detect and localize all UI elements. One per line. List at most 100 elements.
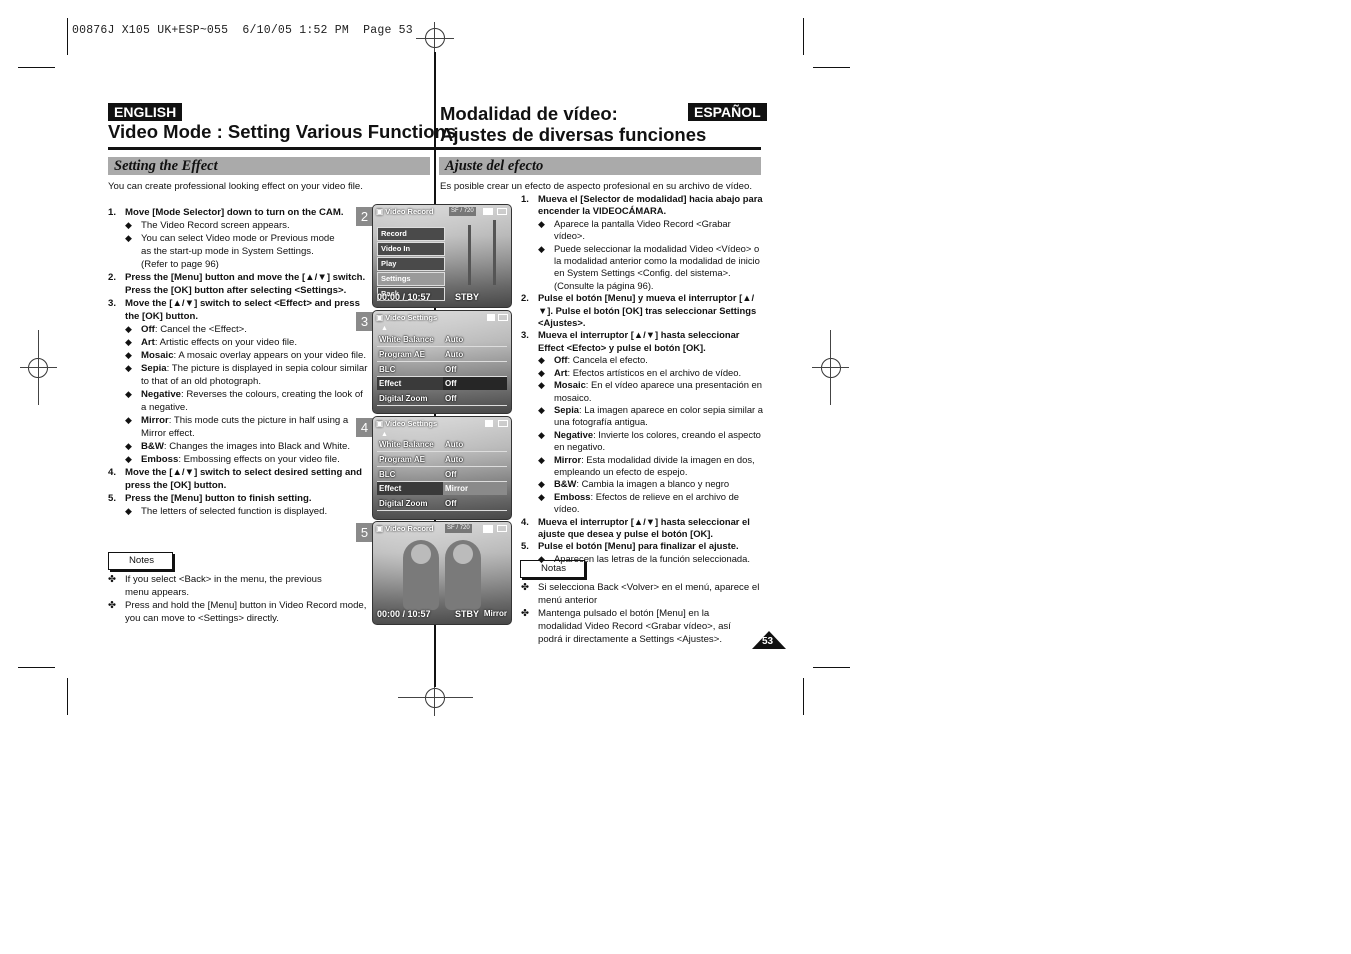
bullet-item: ◆ Emboss: Embossing effects on your video… <box>125 454 340 465</box>
note-bullet-icon: ✤ <box>108 600 117 611</box>
diamond-bullet-icon: ◆ <box>125 454 132 464</box>
settings-row-digital-zoom[interactable]: Digital Zoom Off <box>377 497 507 511</box>
english-title: Video Mode : Setting Various Functions <box>108 121 457 142</box>
settings-row-program-ae[interactable]: Program AE Auto <box>377 453 507 467</box>
diamond-bullet-icon: ◆ <box>538 404 545 415</box>
crop-mark <box>18 667 55 668</box>
menu-item-settings[interactable]: Settings <box>377 272 445 286</box>
crop-mark <box>67 18 68 55</box>
bullet-item: ◆ The letters of selected function is dis… <box>125 506 328 517</box>
bullet-item: ◆ Mirror: This mode cuts the picture in h… <box>125 415 349 439</box>
diamond-bullet-icon: ◆ <box>538 429 545 440</box>
settings-row-white-balance[interactable]: White Balance Auto <box>377 333 507 347</box>
battery-icon <box>497 208 507 215</box>
quality-badge: SF / 720 <box>449 207 476 216</box>
diamond-bullet-icon: ◆ <box>125 233 132 243</box>
status-bar: 00:00 / 10:57 STBY <box>377 292 507 304</box>
time-counter: 00:00 / 10:57 <box>377 609 431 619</box>
settings-row-program-ae[interactable]: Program AE Auto <box>377 348 507 362</box>
bullet-item: ◆ B&W: Cambia la imagen a blanco y negro <box>538 478 730 490</box>
crop-mark <box>18 67 55 68</box>
crop-mark <box>813 67 850 68</box>
english-section-bar: Setting the Effect <box>108 157 430 175</box>
english-section-title: Setting the Effect <box>114 158 218 174</box>
status-bar: 00:00 / 10:57 STBY Mirror <box>377 609 507 621</box>
note-item: ✤ Press and hold the [Menu] button in Vid… <box>108 600 367 624</box>
scroll-up-icon[interactable]: ▲ <box>381 325 388 332</box>
bullet-item: ◆ You can select Video mode or Previous m… <box>125 233 335 270</box>
english-steps: 1. Move [Mode Selector] down to turn on … <box>108 206 370 518</box>
bullet-item: ◆ Mosaic: En el vídeo aparece una present… <box>538 379 762 403</box>
bullet-item: ◆ B&W: Changes the images into Black and … <box>125 441 351 452</box>
crop-mark <box>803 678 804 715</box>
menu-item-play[interactable]: Play <box>377 257 445 271</box>
spanish-steps: 1. Mueva el [Selector de modalidad] haci… <box>521 193 764 565</box>
note-bullet-icon: ✤ <box>108 574 117 585</box>
bullet-item: ◆ The Video Record screen appears. <box>125 220 290 231</box>
spanish-notes-label-box: Notas <box>520 558 586 578</box>
diamond-bullet-icon: ◆ <box>538 380 545 391</box>
main-menu: Record Video In Play Settings Back <box>377 227 445 302</box>
camera-icon: ▣ <box>376 524 384 533</box>
settings-row-blc[interactable]: BLC Off <box>377 468 507 482</box>
english-notes-label-box: Notes <box>108 550 174 570</box>
bullet-item: ◆ Mosaic: A mosaic overlay appears on you… <box>125 350 367 361</box>
screen-number: 4 <box>356 418 373 437</box>
diamond-bullet-icon: ◆ <box>125 441 132 451</box>
screen-number: 5 <box>356 523 373 542</box>
standby-status: STBY <box>455 609 480 619</box>
bullet-item: ◆ Puede seleccionar la modalidad Video <V… <box>538 242 760 291</box>
bullet-item: ◆ Sepia: La imagen aparece en color sepia… <box>538 403 763 428</box>
settings-row-white-balance[interactable]: White Balance Auto <box>377 438 507 452</box>
bullet-item: ◆ Art: Efectos artísticos en el archivo d… <box>538 366 742 378</box>
step: 1. Mueva el [Selector de modalidad] haci… <box>521 193 763 217</box>
settings-row-digital-zoom[interactable]: Digital Zoom Off <box>377 392 507 406</box>
battery-icon <box>497 525 507 532</box>
bullet-item: ◆ Sepia: The picture is displayed in sepi… <box>125 363 368 387</box>
title-rule <box>436 147 761 150</box>
diamond-bullet-icon: ◆ <box>538 491 545 502</box>
english-intro: You can create professional looking effe… <box>108 181 363 192</box>
note-item: ✤ Mantenga pulsado el botón [Menu] en la … <box>521 608 731 645</box>
settings-row-blc[interactable]: BLC Off <box>377 363 507 377</box>
menu-item-record[interactable]: Record <box>377 227 445 241</box>
diamond-bullet-icon: ◆ <box>538 367 545 378</box>
english-label: ENGLISH <box>108 103 183 121</box>
time-counter: 00:00 / 10:57 <box>377 292 431 302</box>
bullet-item: ◆ Negative: Reverses the colours, creatin… <box>125 389 363 413</box>
camcorder-screen-menu: ▣ Video Record SF / 720 Record Video In … <box>372 204 512 308</box>
tape-icon <box>483 208 493 215</box>
effect-indicator: Mirror <box>483 609 507 618</box>
screen-number: 2 <box>356 207 373 226</box>
step: 4. Move the [▲/▼] switch to select desir… <box>108 467 363 491</box>
spanish-label: ESPAÑOL <box>688 103 767 121</box>
bullet-item: ◆ Art: Artistic effects on your video fil… <box>125 337 298 348</box>
spanish-section-bar: Ajuste del efecto <box>439 157 761 175</box>
diamond-bullet-icon: ◆ <box>538 454 545 465</box>
spanish-notes: ✤ Si selecciona Back <Volver> en el menú,… <box>521 581 764 646</box>
spanish-title-line1: Modalidad de vídeo: <box>440 103 618 124</box>
page-number: 53 <box>762 636 774 647</box>
menu-item-video-in[interactable]: Video In <box>377 242 445 256</box>
step: 5. Press the [Menu] button to finish set… <box>108 493 312 504</box>
diamond-bullet-icon: ◆ <box>125 363 132 373</box>
bullet-item: ◆ Aparece la pantalla Video Record <Graba… <box>538 217 731 242</box>
notes-label: Notes <box>108 552 174 570</box>
tape-icon <box>485 420 493 427</box>
diamond-bullet-icon: ◆ <box>125 389 132 399</box>
spanish-title-line2: Ajustes de diversas funciones <box>440 124 707 145</box>
diamond-bullet-icon: ◆ <box>538 218 545 229</box>
standby-status: STBY <box>455 292 480 302</box>
spanish-section-title: Ajuste del efecto <box>445 158 544 174</box>
english-notes: ✤ If you select <Back> in the menu, the p… <box>108 573 370 625</box>
settings-row-effect[interactable]: Effect Mirror <box>377 482 507 495</box>
step: 2. Pulse el botón [Menu] y mueva el inte… <box>521 292 757 329</box>
diamond-bullet-icon: ◆ <box>125 350 132 360</box>
diamond-bullet-icon: ◆ <box>538 355 545 366</box>
camera-icon: ▣ <box>376 207 384 216</box>
settings-row-effect[interactable]: Effect Off <box>377 377 507 390</box>
scroll-up-icon[interactable]: ▲ <box>381 431 388 438</box>
print-slug: 00876J X105 UK+ESP~055 6/10/05 1:52 PM P… <box>72 24 413 37</box>
diamond-bullet-icon: ◆ <box>125 506 132 516</box>
title-rule <box>108 147 435 150</box>
